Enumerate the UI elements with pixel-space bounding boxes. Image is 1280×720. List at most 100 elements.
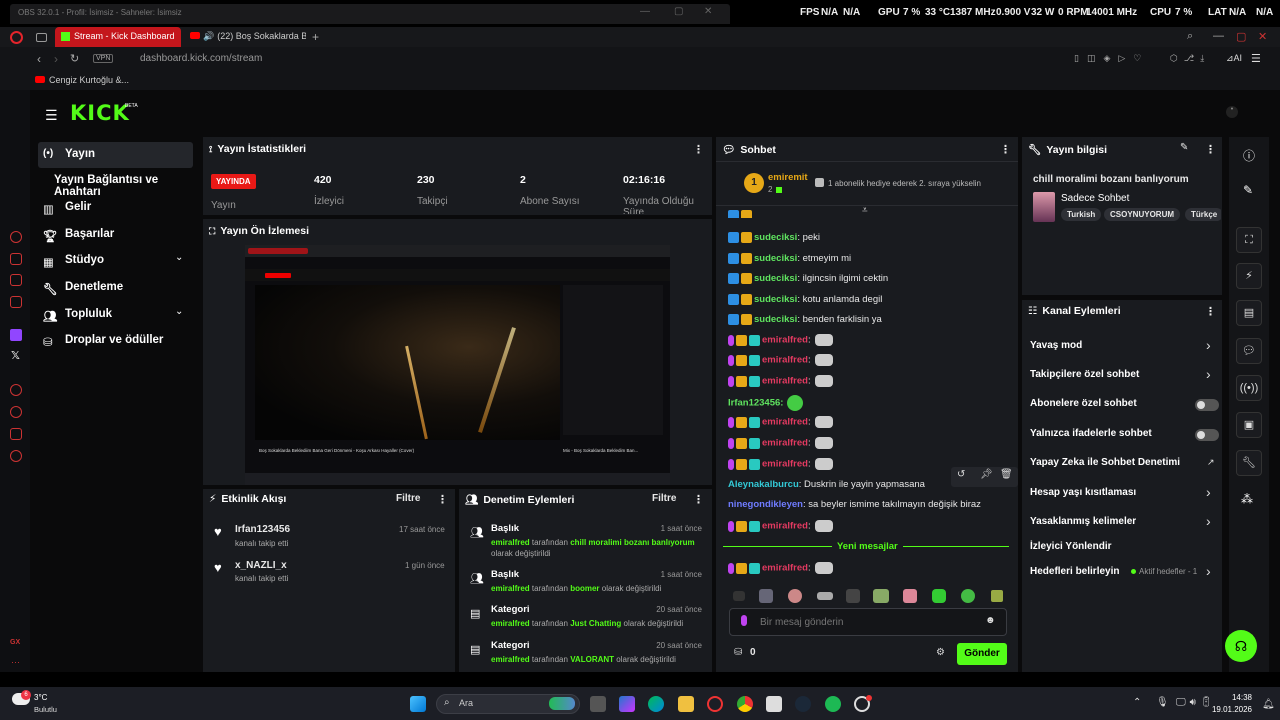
emoji-icon[interactable]: ☻ [985,615,996,626]
sidebar-item-studyo[interactable]: ▦ Stüdyo [38,248,193,274]
tag[interactable]: CSOYNUYORUM [1104,208,1181,221]
chat-username[interactable]: sudeciksi [754,232,797,243]
sidebar-item-basarilar[interactable]: 🏆︎ Başarılar [38,222,193,248]
chevron-right-icon[interactable]: › [1206,484,1211,500]
gifter-name[interactable]: emiremit [768,172,808,183]
chat-app-icon[interactable] [10,296,22,308]
crop-icon[interactable]: ⛶ [1236,227,1262,253]
activity-user[interactable]: x_NAZLI_x [235,560,287,571]
chat-username[interactable]: emiralfred [762,459,808,470]
apps-icon[interactable]: ⁂ [1241,492,1253,506]
chat-username[interactable]: emiralfred [762,521,808,532]
chat-settings-icon[interactable]: ⚙︎ [936,647,945,658]
mic-tray-icon[interactable]: 🎙︎ [1156,697,1169,708]
emote-icon[interactable] [733,591,745,601]
notification-bell-icon[interactable]: 🔔︎ [1262,699,1275,710]
emote-icon[interactable] [846,589,860,603]
wrench-icon[interactable]: 🔧︎ [1236,450,1262,476]
tab-manager-icon[interactable] [36,33,47,42]
player-icon[interactable] [10,384,22,396]
panel-icon[interactable]: ▣ [1236,412,1262,438]
spotify-icon[interactable] [825,696,841,712]
chevron-right-icon[interactable]: › [1206,513,1211,529]
chat-icon[interactable]: 💬︎ [1236,338,1262,364]
delete-icon[interactable]: 🗑︎ [1000,469,1013,480]
forward-icon[interactable]: › [54,52,58,66]
activity-filter-button[interactable]: Filtre [396,493,420,504]
history-icon[interactable] [10,406,22,418]
broadcast-icon[interactable]: ((•)) [1236,375,1262,401]
clock-date[interactable]: 19.01.2026 [1204,705,1252,714]
emote-icon[interactable] [932,589,946,603]
chat-username[interactable]: sudeciksi [754,253,797,264]
pencil-icon[interactable]: ✎ [1243,183,1253,197]
messenger-icon[interactable] [10,274,22,286]
preview-video[interactable]: Boş Sokaklarda Beklediim Bana Geri Dönme… [245,245,670,485]
stats-menu-icon[interactable]: ⋮ [693,143,704,156]
info-menu-icon[interactable]: ⋮ [1205,143,1216,156]
bookmark-item[interactable]: Cengiz Kurtoğlu &... [35,75,129,85]
sidebar-item-droplar[interactable]: ⛁ Droplar ve ödüller [38,328,200,354]
chat-username[interactable]: emiralfred [762,335,808,346]
channel-action-item[interactable]: Abonelere özel sohbet [1030,398,1137,409]
ai-button[interactable]: ⊿AI [1226,53,1242,64]
kick-logo[interactable]: KICK [70,101,130,125]
mod-actor[interactable]: emiralfred [491,655,530,664]
channel-action-item[interactable]: Hesap yaşı kısıtlaması [1030,487,1136,498]
chevron-down-icon[interactable]: ⌄ [175,306,183,317]
window-maximize-icon[interactable]: ▢ [1236,30,1246,43]
chat-username[interactable]: Irfan123456: [728,398,783,409]
edit-icon[interactable]: ✎ [1180,142,1188,153]
minimize-icon[interactable]: — [640,6,650,17]
sidebar-item-topluluk[interactable]: 👥︎ Topluluk [38,302,193,328]
steam-icon[interactable] [795,696,811,712]
opera-logo-icon[interactable] [10,31,23,44]
reload-icon[interactable]: ↻ [70,52,79,65]
pin-icon[interactable]: 📌︎ [980,469,993,480]
chat-input[interactable] [760,614,960,630]
channel-action-item[interactable]: Yavaş mod [1030,340,1082,351]
chat-username[interactable]: emiralfred [762,438,808,449]
chat-menu-icon[interactable]: ⋮ [1000,143,1011,156]
chat-username[interactable]: sudeciksi [754,273,797,284]
chat-username[interactable]: emiralfred [762,563,808,574]
extensions-icon[interactable] [10,428,22,440]
mod-actor[interactable]: emiralfred [491,538,530,547]
external-link-icon[interactable]: ↗ [1207,457,1215,468]
tray-chevron-icon[interactable]: ⌃ [1133,697,1141,708]
settings-icon[interactable] [10,450,22,462]
search-tabs-icon[interactable]: ⌕ [1187,30,1193,43]
actions-menu-icon[interactable]: ⋮ [1205,305,1216,318]
profile-avatar[interactable]: • [1226,106,1238,118]
vpn-badge[interactable]: VPN [93,54,114,63]
chevron-down-icon[interactable]: ⌄ [175,252,183,263]
opera-gx-taskbar-icon[interactable] [707,696,723,712]
lightning-icon[interactable]: ⚡︎ [1236,263,1262,289]
url-field[interactable]: dashboard.kick.com/stream [140,53,262,64]
start-icon[interactable] [410,696,426,712]
hamburger-icon[interactable]: ☰ [45,107,58,124]
chat-username[interactable]: emiralfred [762,417,808,428]
emote-icon[interactable] [873,589,889,603]
document-icon[interactable]: ▤ [1236,300,1262,326]
reply-icon[interactable]: ↺ [957,469,965,480]
send-button[interactable]: Gönder [957,643,1007,665]
maximize-icon[interactable]: ▢ [674,6,683,17]
activity-user[interactable]: Irfan123456 [235,524,290,535]
chat-username[interactable]: ninegondikleyen [728,499,803,510]
category-name[interactable]: Sadece Sohbet [1061,193,1129,204]
channel-action-item[interactable]: Takipçilere özel sohbet [1030,369,1139,380]
sidebar-item-yayin[interactable]: (•) Yayın [38,142,193,168]
store-icon[interactable] [766,696,782,712]
channel-action-item[interactable]: İzleyici Yönlendir [1030,541,1112,552]
back-icon[interactable]: ‹ [37,52,41,66]
emote-icon[interactable] [961,589,975,603]
toggle-switch[interactable] [1195,429,1219,441]
chat-username[interactable]: emiralfred [762,376,808,387]
channel-action-item[interactable]: Yasaklanmış kelimeler [1030,516,1136,527]
mod-menu-icon[interactable]: ⋮ [693,493,704,506]
collapse-icon[interactable]: ⩡ [862,205,868,216]
close-icon[interactable]: ✕ [704,6,712,17]
chat-username[interactable]: emiralfred [762,355,808,366]
mod-filter-button[interactable]: Filtre [652,493,676,504]
